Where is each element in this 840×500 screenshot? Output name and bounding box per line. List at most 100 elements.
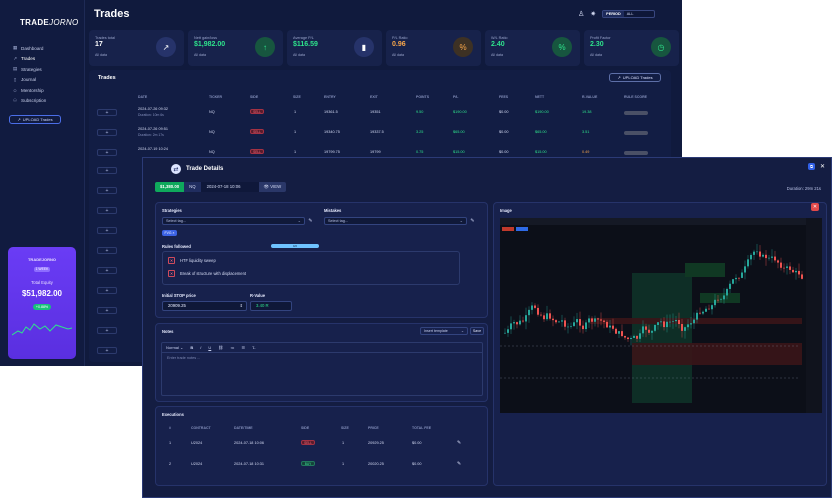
strategies-placeholder: Select tag...: [166, 219, 187, 223]
col-ticker[interactable]: TICKER: [209, 95, 222, 99]
stat-sub: All data: [194, 53, 206, 57]
exec-contract: U2024: [191, 441, 203, 445]
expand-row-button[interactable]: +: [97, 187, 117, 194]
chevron-down-icon: ⌄: [460, 329, 464, 333]
clear-format-icon[interactable]: T̶: [252, 345, 254, 350]
bullet-list-icon[interactable]: ☰: [241, 345, 245, 350]
col-side[interactable]: SIDE: [250, 95, 258, 99]
view-label: VIEW: [270, 184, 282, 189]
edit-execution-icon[interactable]: ✎: [457, 440, 461, 446]
expand-row-button[interactable]: +: [97, 167, 117, 174]
open-external-icon[interactable]: ⧉: [808, 163, 815, 170]
cell-points: 3.25: [416, 130, 424, 134]
col-exit[interactable]: EXIT: [370, 95, 378, 99]
link-icon[interactable]: ⛓: [218, 345, 223, 350]
col-pl[interactable]: P/L: [453, 95, 458, 99]
sidebar-item-journal[interactable]: ▯ Journal: [12, 75, 78, 86]
period-value: ALL: [626, 12, 634, 16]
edit-mistakes-icon[interactable]: ✎: [469, 217, 476, 225]
col-rule-score[interactable]: RULE SCORE: [624, 95, 647, 99]
stepper-icon[interactable]: ⇕: [240, 302, 243, 310]
rule-label: Break of structure with displacement: [180, 271, 246, 276]
sidebar-item-dashboard[interactable]: ▦ Dashboard: [12, 43, 78, 54]
trade-date: 2024-07-18 10:06: [200, 182, 259, 192]
stat-card-average-pl: Average P/L $116.59 All data ▮: [287, 30, 382, 66]
trades-icon: ↗: [13, 55, 17, 61]
chart-screenshot[interactable]: [500, 218, 822, 413]
strategies-select[interactable]: Select tag... ⌄: [162, 217, 305, 225]
col-date[interactable]: DATE: [138, 95, 147, 99]
format-select[interactable]: Normal ⌄: [166, 345, 183, 350]
exec-price: 20020.25: [368, 462, 384, 466]
sidebar-item-trades[interactable]: ↗ Trades: [12, 54, 78, 65]
col-entry[interactable]: ENTRY: [324, 95, 336, 99]
expand-row-button[interactable]: +: [97, 287, 117, 294]
italic-icon[interactable]: I: [200, 345, 201, 350]
strategy-tag[interactable]: FVG ×: [162, 230, 177, 236]
trades-title: Trades: [98, 75, 116, 81]
col-nett[interactable]: NETT: [535, 95, 544, 99]
stop-price-input[interactable]: 20909.25 ⇕: [162, 301, 247, 311]
cell-ticker: NQ: [209, 150, 215, 154]
expand-row-button[interactable]: +: [97, 227, 117, 234]
mistakes-select[interactable]: Select tag... ⌄: [324, 217, 467, 225]
table-row[interactable]: + 2024-07-26 09:32 Duration: 10m 6s NQ S…: [89, 106, 671, 126]
ordered-list-icon[interactable]: ≔: [230, 345, 234, 350]
expand-row-button[interactable]: +: [97, 347, 117, 354]
equity-period-badge[interactable]: 1 WEEK: [34, 267, 50, 272]
sidebar-item-strategies[interactable]: ▤ Strategies: [12, 64, 78, 75]
sidebar-item-subscription[interactable]: ⚇ Subscription: [12, 96, 78, 107]
upload-trades-button[interactable]: ↗ UPLOAD Trades: [609, 73, 661, 82]
cross-icon[interactable]: ✕: [168, 257, 175, 264]
expand-row-button[interactable]: +: [97, 207, 117, 214]
r-value: 3.40 R: [256, 303, 269, 308]
upload-label: UPLOAD Trades: [22, 117, 53, 122]
expand-row-button[interactable]: +: [97, 149, 117, 156]
expand-row-button[interactable]: +: [97, 327, 117, 334]
edit-strategies-icon[interactable]: ✎: [307, 217, 314, 225]
user-icon[interactable]: ♙: [578, 10, 584, 18]
trend-icon: ↗: [156, 37, 176, 57]
modal-title: Trade Details: [186, 166, 224, 172]
col-fees[interactable]: FEES: [499, 95, 508, 99]
expand-row-button[interactable]: +: [97, 247, 117, 254]
remove-image-icon[interactable]: ✕: [811, 203, 819, 211]
cell-pl: $65.00: [453, 130, 465, 134]
expand-row-button[interactable]: +: [97, 267, 117, 274]
page-title: Trades: [94, 8, 130, 20]
logo[interactable]: TRADEJORNO: [20, 18, 79, 27]
col-points[interactable]: POINTS: [416, 95, 429, 99]
sidebar-item-mentorship[interactable]: ☺ Mentorship: [12, 85, 78, 96]
theme-icon[interactable]: ✷: [590, 10, 596, 18]
sidebar-item-label: Journal: [21, 77, 37, 83]
col-r-value[interactable]: R-VALUE: [582, 95, 597, 99]
cell-fees: $0.00: [499, 130, 509, 134]
upload-trades-button[interactable]: ↗ UPLOAD Trades: [9, 115, 61, 124]
rules-progress: 0/2: [271, 244, 319, 248]
bold-icon[interactable]: B: [190, 345, 193, 350]
notes-placeholder: Enter trade notes ...: [167, 356, 201, 360]
cross-icon[interactable]: ✕: [168, 270, 175, 277]
cell-duration: Duration: 2m 17s: [138, 133, 164, 137]
period-select[interactable]: PERIOD ALL: [602, 10, 655, 18]
expand-row-button[interactable]: +: [97, 129, 117, 136]
trade-pnl-badge: $1,380.00: [155, 182, 185, 192]
save-notes-button[interactable]: Save: [470, 327, 484, 335]
cell-entry: 19340.75: [324, 130, 340, 134]
rule-item[interactable]: ✕ HTF liquidity sweep: [168, 257, 216, 264]
expand-row-button[interactable]: +: [97, 307, 117, 314]
col-size[interactable]: SIZE: [293, 95, 301, 99]
view-button[interactable]: 👁 VIEW: [258, 182, 287, 192]
close-icon[interactable]: ✕: [820, 163, 825, 170]
trades-table-header: DATE TICKER SIDE SIZE ENTRY EXIT POINTS …: [89, 95, 671, 101]
equity-value: $51,982.00: [21, 289, 63, 298]
edit-execution-icon[interactable]: ✎: [457, 461, 461, 467]
underline-icon[interactable]: U: [208, 345, 211, 350]
col-contract: CONTRACT: [191, 426, 211, 430]
table-row[interactable]: + 2024-07-26 09:51 Duration: 2m 17s NQ S…: [89, 126, 671, 146]
rule-item[interactable]: ✕ Break of structure with displacement: [168, 270, 246, 277]
mentorship-icon: ☺: [12, 87, 18, 93]
expand-row-button[interactable]: +: [97, 109, 117, 116]
notes-editor[interactable]: Normal ⌄ B I U ⛓ ≔ ☰ T̶ Enter trade note…: [161, 342, 483, 396]
insert-template-select[interactable]: Insert template ⌄: [420, 327, 468, 335]
